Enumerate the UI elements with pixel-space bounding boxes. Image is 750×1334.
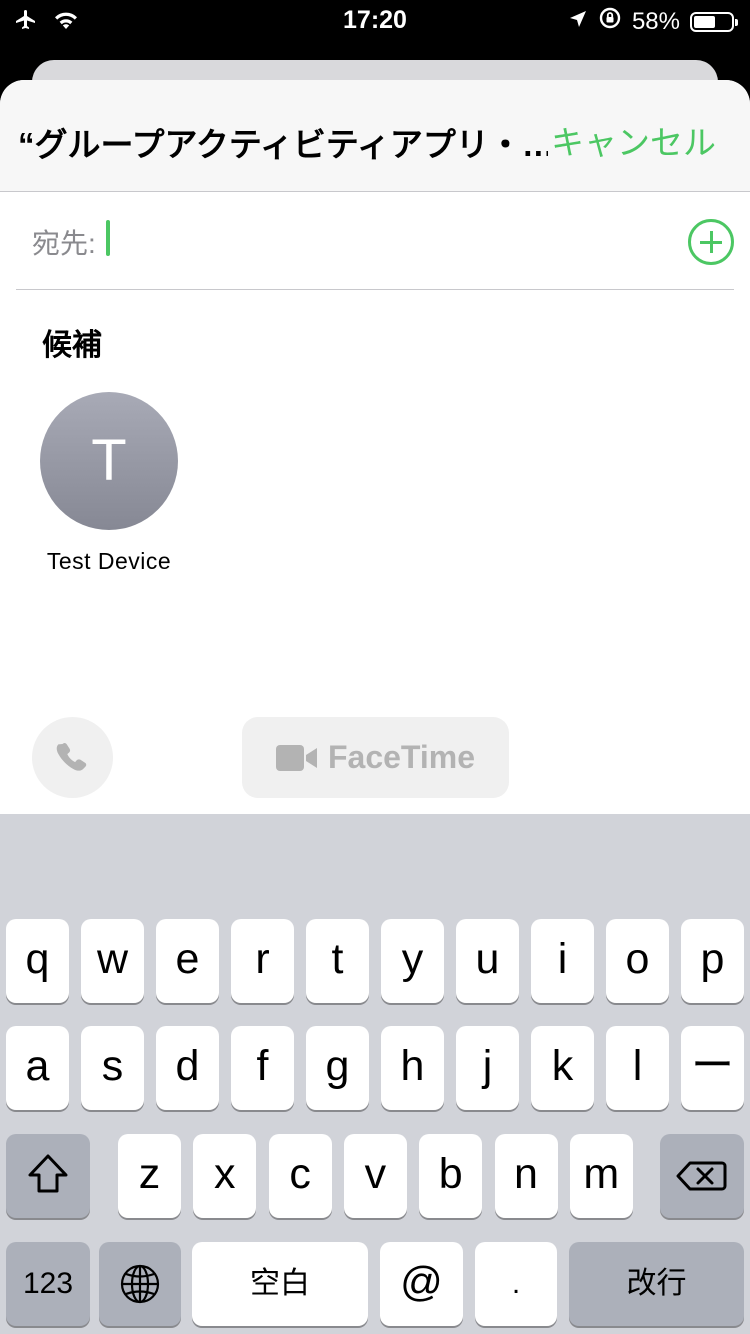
key-d[interactable]: d (156, 1026, 219, 1110)
space-key[interactable]: 空白 (192, 1242, 368, 1326)
avatar: T (40, 392, 178, 530)
key-w[interactable]: w (81, 919, 144, 1003)
recipient-field[interactable]: 宛先: (16, 192, 734, 290)
key-f[interactable]: f (231, 1026, 294, 1110)
shift-key[interactable] (6, 1134, 90, 1218)
battery-icon (690, 11, 738, 32)
contact-name: Test Device (46, 548, 172, 574)
text-cursor (106, 220, 110, 256)
key-i[interactable]: i (531, 919, 594, 1003)
facetime-button[interactable]: FaceTime (242, 717, 509, 798)
key-s[interactable]: s (81, 1026, 144, 1110)
battery-percent: 58% (631, 7, 680, 35)
key-p[interactable]: p (681, 919, 744, 1003)
key-t[interactable]: t (306, 919, 369, 1003)
facetime-label: FaceTime (327, 739, 476, 775)
key-q[interactable]: q (6, 919, 69, 1003)
video-camera-icon (275, 744, 317, 771)
key-r[interactable]: r (231, 919, 294, 1003)
suggestions-title: 候補 (42, 329, 102, 362)
keyboard: 123 空白 @ . 改行 qwertyuiop asdfghjklー zxcvbn… (0, 814, 750, 1334)
return-key[interactable]: 改行 (569, 1242, 744, 1326)
status-right: 58% (568, 6, 738, 37)
key-c[interactable]: c (268, 1134, 332, 1218)
to-label: 宛先: (32, 228, 96, 259)
sheet-header: “グループアクティビティアプリ・… キャンセル (0, 80, 750, 192)
call-button[interactable] (32, 717, 113, 798)
suggested-contact[interactable]: T Test Device (30, 392, 188, 575)
delete-key[interactable] (660, 1134, 744, 1218)
key-g[interactable]: g (306, 1026, 369, 1110)
key-n[interactable]: n (494, 1134, 558, 1218)
key-a[interactable]: a (6, 1026, 69, 1110)
key-m[interactable]: m (569, 1134, 633, 1218)
key-v[interactable]: v (343, 1134, 407, 1218)
key-h[interactable]: h (381, 1026, 444, 1110)
key-z[interactable]: z (118, 1134, 181, 1218)
status-bar: 17:20 58% (0, 0, 750, 42)
numbers-key[interactable]: 123 (6, 1242, 90, 1326)
battery-nub (735, 18, 738, 26)
key-y[interactable]: y (381, 919, 444, 1003)
key-j[interactable]: j (456, 1026, 519, 1110)
orientation-lock-icon (598, 6, 622, 37)
backspace-icon (676, 1161, 727, 1191)
period-key[interactable]: . (475, 1242, 557, 1326)
add-contact-button[interactable] (688, 219, 734, 265)
cancel-button[interactable]: キャンセル (551, 116, 716, 164)
key-u[interactable]: u (456, 919, 519, 1003)
key-b[interactable]: b (419, 1134, 483, 1218)
key-o[interactable]: o (606, 919, 669, 1003)
key-long-dash[interactable]: ー (681, 1026, 744, 1110)
battery-fill (694, 15, 715, 28)
at-key[interactable]: @ (380, 1242, 463, 1326)
phone-icon (56, 742, 87, 771)
sheet-title: “グループアクティビティアプリ・… (18, 126, 548, 163)
key-k[interactable]: k (531, 1026, 594, 1110)
shift-icon (28, 1154, 68, 1193)
globe-key[interactable] (99, 1242, 181, 1326)
key-x[interactable]: x (193, 1134, 257, 1218)
key-e[interactable]: e (156, 919, 219, 1003)
location-arrow-icon (568, 8, 588, 36)
key-l[interactable]: l (606, 1026, 669, 1110)
globe-icon (120, 1264, 160, 1304)
